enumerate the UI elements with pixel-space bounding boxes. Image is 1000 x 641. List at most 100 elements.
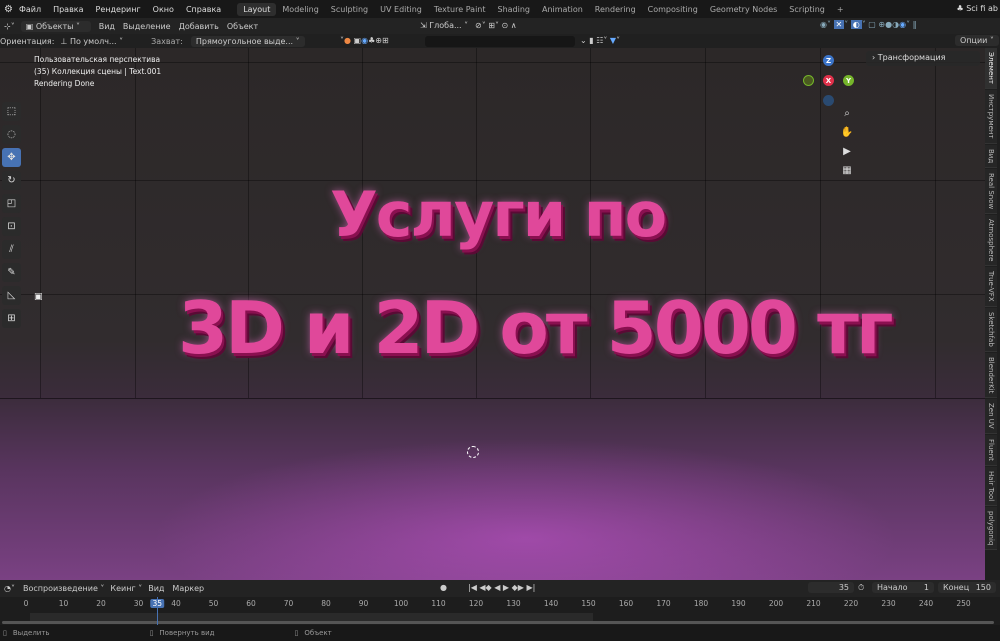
blender-logo-icon[interactable]: ⚙ [4, 4, 13, 15]
scene-selector[interactable]: ♣ Sci fi ab [956, 4, 998, 13]
timeline-ruler[interactable]: 0 10 20 30 35 40 50 60 70 80 90 100 110 120 130 140 150 1… [0, 597, 1000, 612]
menu-timeline-view[interactable]: Вид [148, 584, 164, 593]
tab-shading[interactable]: Shading [492, 3, 537, 16]
orientation-label: Ориентация: [0, 36, 55, 46]
shading-buttons[interactable]: ◉˅ ✕ ˅ ◐ ˅ ▢ ⊕●◑◉˅ ‖ [820, 20, 917, 29]
gizmo-neg-z[interactable] [823, 95, 834, 106]
zoom-icon[interactable]: ⌕ [840, 108, 854, 122]
add-cube-tool[interactable]: ⊞ [2, 309, 21, 328]
tab-fluent[interactable]: Fluent [985, 434, 997, 466]
tab-polygoniq[interactable]: polygoniq [985, 506, 997, 551]
menu-keying[interactable]: Кеинг ˅ [110, 584, 142, 593]
tab-sketchfab[interactable]: Sketchfab [985, 307, 997, 352]
toolbar: ⬚ ◌ ✥ ↻ ◰ ⊡ ⫽ ✎ ◺ ⊞ [2, 102, 22, 332]
tab-animation[interactable]: Animation [536, 3, 589, 16]
tab-texture-paint[interactable]: Texture Paint [428, 3, 492, 16]
transform-panel[interactable]: › Трансформация [866, 51, 980, 66]
outliner-search-input[interactable] [425, 36, 575, 47]
move-tool[interactable]: ✥ [2, 148, 21, 167]
tab-compositing[interactable]: Compositing [642, 3, 704, 16]
tab-scripting[interactable]: Scripting [783, 3, 831, 16]
draw-tool[interactable]: ✎ [2, 263, 21, 282]
3d-viewport[interactable]: Услуги по 3D и 2D от 5000 тг Пользовател… [0, 48, 985, 580]
frame-tick: 150 [581, 599, 596, 608]
tab-item[interactable]: Элемент [985, 48, 997, 89]
workspace-tabs: Layout Modeling Sculpting UV Editing Tex… [237, 2, 850, 16]
current-frame-field[interactable]: 35 [808, 582, 854, 593]
frame-tick: 0 [23, 599, 29, 608]
menu-playback[interactable]: Воспроизведение ˅ [23, 584, 104, 593]
top-bar: ⚙ Файл Правка Рендеринг Окно Справка Lay… [0, 0, 1000, 18]
menu-view[interactable]: Вид [99, 22, 115, 31]
tab-tool[interactable]: Инструмент [985, 89, 997, 144]
transform-orientation-dropdown[interactable]: ⇲ Глоба... ˅ [420, 21, 468, 30]
record-button[interactable]: ● [440, 583, 447, 592]
frame-tick: 50 [208, 599, 219, 608]
frame-tick: 200 [768, 599, 784, 608]
3d-cursor-icon[interactable] [467, 446, 479, 458]
mouse-middle-icon: ▯ [149, 629, 154, 637]
frame-tick: 180 [693, 599, 709, 608]
snap-dropdown[interactable]: Прямоугольное выде... ˅ [190, 35, 305, 47]
measure-tool[interactable]: ◺ [2, 286, 21, 305]
tab-zen-uv[interactable]: Zen UV [985, 399, 997, 434]
tab-blenderkit[interactable]: BlenderKit [985, 352, 997, 399]
gizmo-z[interactable]: Z [823, 55, 834, 66]
current-frame-marker: 35 [150, 599, 165, 608]
end-frame-field[interactable]: Конец 150 [938, 582, 996, 593]
snap-icon[interactable]: ⊘˅ ⊞˅ ⊙ ∧ [475, 21, 517, 30]
frame-tick: 10 [58, 599, 69, 608]
orientation-dropdown[interactable]: ⊥ По умолч... ˅ [60, 37, 123, 46]
frame-tick: 190 [731, 599, 746, 608]
scale-tool[interactable]: ◰ [2, 194, 21, 213]
options-dropdown[interactable]: Опции ˅ [955, 35, 999, 46]
gizmo-neg-y[interactable] [803, 75, 814, 86]
filter-icons[interactable]: ˅● ▣◉♣⊕⊞ [340, 36, 389, 45]
menu-marker[interactable]: Маркер [172, 584, 204, 593]
timeline-editor-icon[interactable]: ◔˅ [4, 584, 15, 593]
tab-atmosphere[interactable]: Atmosphere [985, 214, 997, 267]
pan-hand-icon[interactable]: ✋ [840, 127, 854, 141]
frame-tick: 70 [283, 599, 294, 608]
playback-controls[interactable]: |◀ ◀◆ ◀ ▶ ◆▶ ▶| [468, 583, 535, 592]
stopwatch-icon[interactable]: ⏱ [858, 583, 864, 593]
gizmo-x[interactable]: X [823, 75, 834, 86]
tab-rendering[interactable]: Rendering [589, 3, 642, 16]
tab-modeling[interactable]: Modeling [276, 3, 324, 16]
tab-layout[interactable]: Layout [237, 2, 277, 16]
view-name: Пользовательская перспектива [34, 55, 161, 64]
tab-real-snow[interactable]: Real Snow [985, 168, 997, 214]
start-frame-field[interactable]: Начало 1 [872, 582, 934, 593]
menu-window[interactable]: Окно [153, 5, 174, 14]
select-box-tool[interactable]: ⬚ [2, 102, 21, 121]
camera-icon[interactable]: ▶ [840, 146, 854, 160]
cursor-tool[interactable]: ◌ [2, 125, 21, 144]
menu-edit[interactable]: Правка [53, 5, 83, 14]
add-workspace-button[interactable]: + [831, 3, 850, 16]
gizmo-y[interactable]: Y [843, 75, 854, 86]
filter-icon[interactable]: ⌄ ▮ ☷˅ ▼˅ [580, 36, 620, 45]
timeline-scrollbar[interactable] [2, 621, 994, 624]
rotate-tool[interactable]: ↻ [2, 171, 21, 190]
transform-tool[interactable]: ⊡ [2, 217, 21, 236]
menu-help[interactable]: Справка [186, 5, 221, 14]
tab-geometry-nodes[interactable]: Geometry Nodes [704, 3, 783, 16]
frame-tick: 110 [431, 599, 446, 608]
status-select: Выделить [12, 629, 50, 637]
menu-object[interactable]: Объект [227, 22, 258, 31]
tab-uv-editing[interactable]: UV Editing [374, 3, 428, 16]
menu-render[interactable]: Рендеринг [96, 5, 141, 14]
perspective-grid-icon[interactable]: ▦ [840, 165, 854, 179]
menu-file[interactable]: Файл [19, 5, 41, 14]
menu-add[interactable]: Добавить [179, 22, 219, 31]
menu-select[interactable]: Выделение [123, 22, 171, 31]
tab-true-vfx[interactable]: True-VFX [985, 267, 997, 307]
editor-type-icon[interactable]: ⊹˅ [4, 22, 15, 31]
tab-sculpting[interactable]: Sculpting [325, 3, 374, 16]
annotate-tool[interactable]: ⫽ [2, 240, 21, 259]
tool-options-bar: Ориентация: ⊥ По умолч... ˅ Захват: Прям… [0, 34, 1000, 48]
tab-hair-tool[interactable]: Hair Tool [985, 466, 997, 506]
mode-dropdown[interactable]: ▣ Объекты ˅ [20, 20, 91, 32]
tab-view[interactable]: Вид [985, 144, 997, 168]
frame-tick: 140 [543, 599, 559, 608]
